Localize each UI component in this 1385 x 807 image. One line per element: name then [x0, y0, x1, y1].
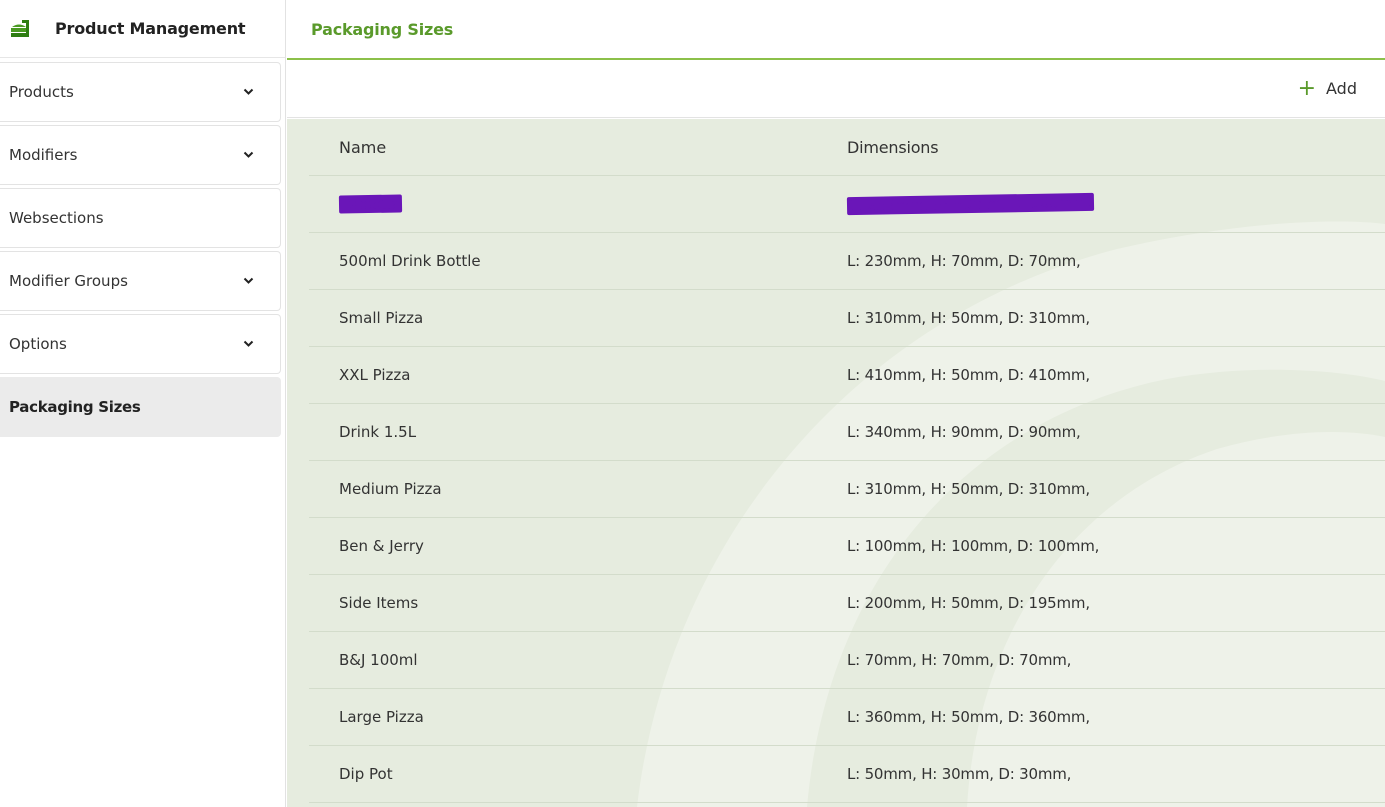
table-area: Name Dimensions Papadia L: 255mm, H: 50mm…: [287, 119, 1385, 807]
cell-name: Side Items: [339, 594, 419, 612]
cell-dimensions: L: 360mm, H: 50mm, D: 360mm,: [847, 708, 1090, 726]
page-title: Packaging Sizes: [311, 19, 454, 39]
cell-dimensions: L: 410mm, H: 50mm, D: 410mm,: [847, 366, 1090, 384]
cell-dimensions: L: 255mm, H: 50mm, D: 100mm,: [846, 192, 1385, 216]
sidebar-item-label: Products: [9, 83, 74, 101]
table-row[interactable]: Large Pizza L: 360mm, H: 50mm, D: 360mm,: [309, 689, 1385, 746]
chevron-down-icon[interactable]: [242, 338, 254, 350]
cell-name: Papadia: [309, 194, 847, 214]
sidebar-item-modifier-groups[interactable]: Modifier Groups: [0, 251, 281, 311]
app-title: Product Management: [55, 19, 246, 38]
cell-name: B&J 100ml: [339, 651, 418, 669]
sidebar-item-products[interactable]: Products: [0, 62, 281, 122]
cell-name: Drink 1.5L: [339, 423, 417, 441]
table-row[interactable]: Small Pizza L: 310mm, H: 50mm, D: 310mm,: [309, 290, 1385, 347]
table-row[interactable]: Papadia L: 255mm, H: 50mm, D: 100mm,: [309, 176, 1385, 233]
sidebar-item-options[interactable]: Options: [0, 314, 281, 374]
table-header-row: Name Dimensions: [309, 119, 1385, 176]
sidebar-item-packaging-sizes[interactable]: Packaging Sizes: [0, 377, 281, 437]
cell-name: Dip Pot: [339, 765, 393, 783]
sidebar-item-label: Modifier Groups: [9, 272, 128, 290]
cell-dimensions: L: 100mm, H: 100mm, D: 100mm,: [847, 537, 1100, 555]
stacked-boxes-icon: [9, 17, 33, 41]
redacted-dimensions: L: 255mm, H: 50mm, D: 100mm,: [846, 192, 1095, 216]
cell-dimensions: L: 50mm, H: 30mm, D: 30mm,: [847, 765, 1072, 783]
sidebar-item-label: Packaging Sizes: [9, 398, 141, 416]
cell-dimensions: L: 200mm, H: 50mm, D: 195mm,: [847, 594, 1090, 612]
cell-dimensions: L: 70mm, H: 70mm, D: 70mm,: [847, 651, 1072, 669]
table-row[interactable]: Side Items L: 200mm, H: 50mm, D: 195mm,: [309, 575, 1385, 632]
cell-name: Small Pizza: [339, 309, 424, 327]
sidebar-item-websections[interactable]: Websections: [0, 188, 281, 248]
plus-icon: +: [1297, 75, 1317, 101]
page-header: Packaging Sizes: [287, 0, 1385, 60]
table-row[interactable]: B&J 100ml L: 70mm, H: 70mm, D: 70mm,: [309, 632, 1385, 689]
table-row[interactable]: Drink 1.5L L: 340mm, H: 90mm, D: 90mm,: [309, 404, 1385, 461]
main-panel: Packaging Sizes + Add Name Dimensions Pa…: [287, 0, 1385, 807]
table-row[interactable]: Dip Pot L: 50mm, H: 30mm, D: 30mm,: [309, 746, 1385, 803]
toolbar: + Add: [287, 60, 1385, 118]
cell-name: XXL Pizza: [339, 366, 411, 384]
cell-name: Medium Pizza: [339, 480, 442, 498]
packaging-table: Name Dimensions Papadia L: 255mm, H: 50mm…: [309, 119, 1385, 803]
table-row[interactable]: Ben & Jerry L: 100mm, H: 100mm, D: 100mm,: [309, 518, 1385, 575]
cell-dimensions: L: 230mm, H: 70mm, D: 70mm,: [847, 252, 1081, 270]
sidebar-item-label: Modifiers: [9, 146, 78, 164]
table-row[interactable]: XXL Pizza L: 410mm, H: 50mm, D: 410mm,: [309, 347, 1385, 404]
column-header-dimensions: Dimensions: [847, 137, 939, 157]
column-header-name: Name: [339, 137, 387, 157]
redacted-name: Papadia: [338, 194, 403, 214]
sidebar: Product Management Products Modifiers Webs…: [0, 0, 286, 807]
sidebar-item-modifiers[interactable]: Modifiers: [0, 125, 281, 185]
cell-name: 500ml Drink Bottle: [339, 252, 481, 270]
chevron-down-icon[interactable]: [242, 275, 254, 287]
table-row[interactable]: Medium Pizza L: 310mm, H: 50mm, D: 310mm,: [309, 461, 1385, 518]
cell-name: Ben & Jerry: [339, 537, 424, 555]
cell-dimensions: L: 310mm, H: 50mm, D: 310mm,: [847, 480, 1090, 498]
sidebar-item-label: Options: [9, 335, 67, 353]
chevron-down-icon[interactable]: [242, 86, 254, 98]
cell-name: Large Pizza: [339, 708, 424, 726]
cell-dimensions: L: 310mm, H: 50mm, D: 310mm,: [847, 309, 1090, 327]
sidebar-header: Product Management: [0, 0, 285, 58]
cell-dimensions: L: 340mm, H: 90mm, D: 90mm,: [847, 423, 1081, 441]
sidebar-item-label: Websections: [9, 209, 104, 227]
chevron-down-icon[interactable]: [242, 149, 254, 161]
add-button-label: Add: [1326, 79, 1357, 98]
add-button[interactable]: + Add: [1297, 75, 1357, 101]
table-row[interactable]: 500ml Drink Bottle L: 230mm, H: 70mm, D: …: [309, 233, 1385, 290]
